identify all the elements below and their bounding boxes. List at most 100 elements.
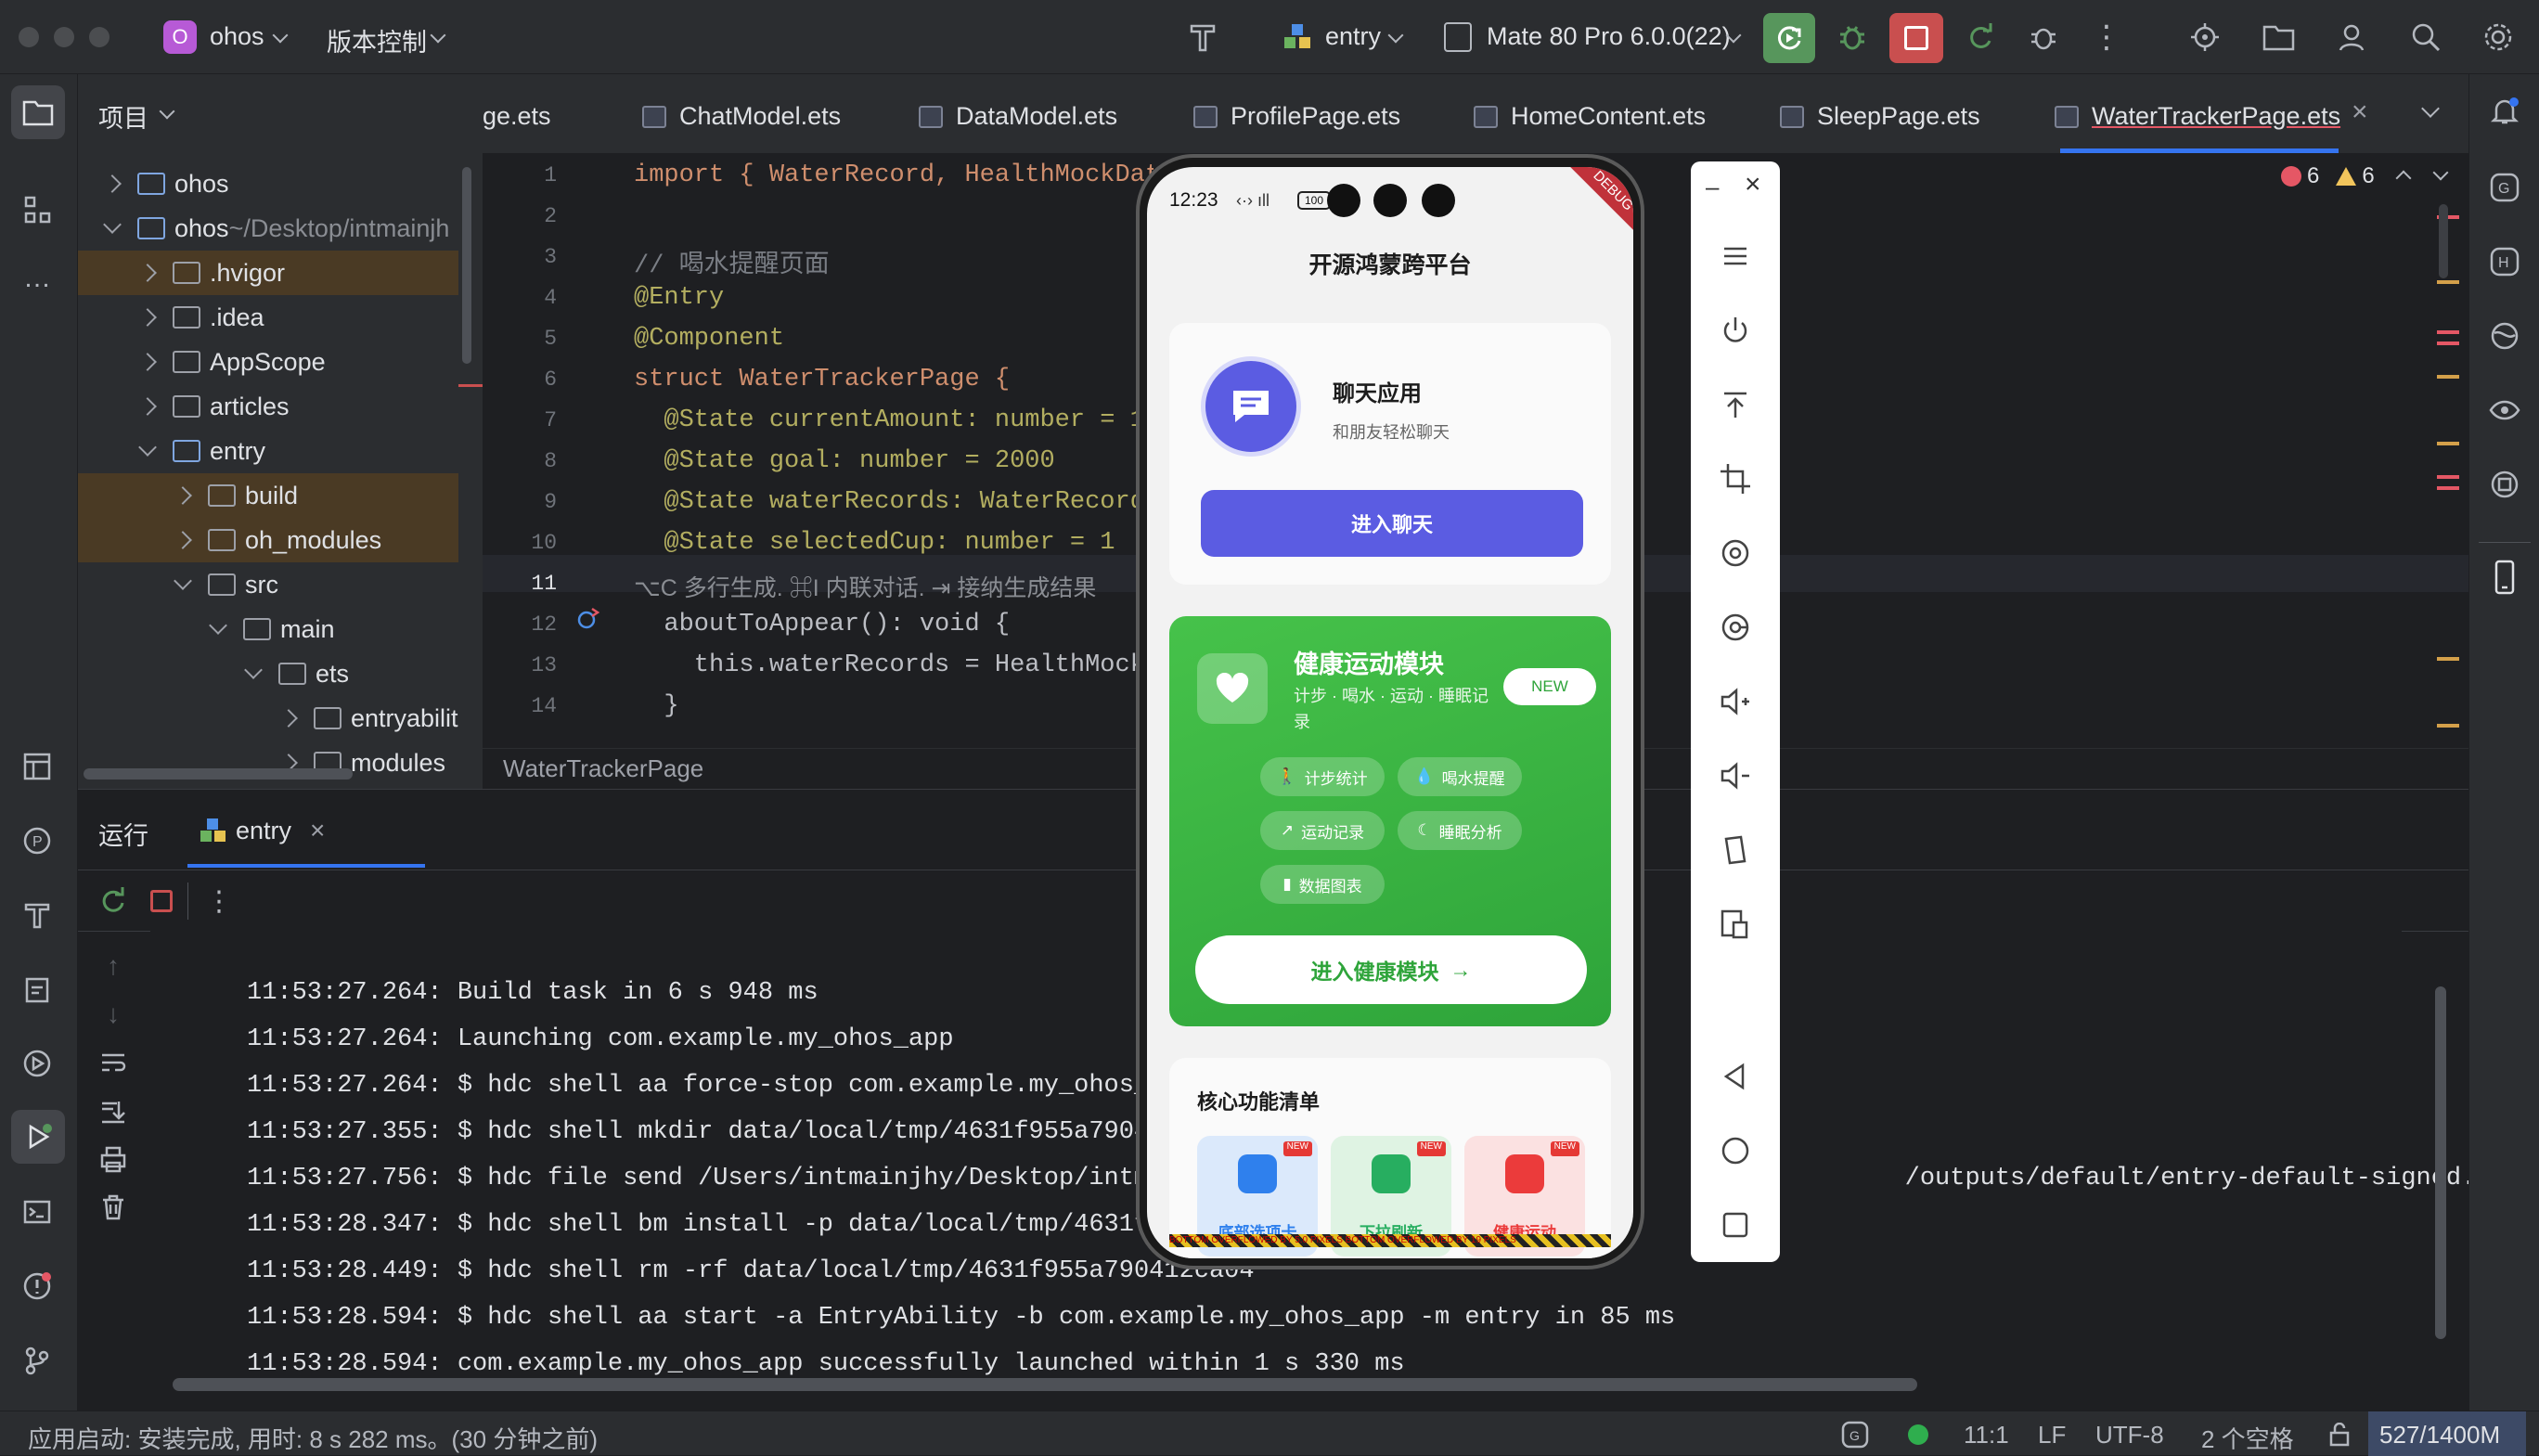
folder-search-icon[interactable]	[2261, 19, 2298, 56]
window-close-button[interactable]	[19, 27, 39, 47]
code-line[interactable]: @State selectedCup: number = 1 /	[634, 529, 1154, 557]
terminal-icon[interactable]	[19, 1193, 56, 1231]
tree-horizontal-scrollbar[interactable]	[84, 768, 353, 780]
problems-icon[interactable]	[19, 1268, 56, 1305]
code-line[interactable]: struct WaterTrackerPage {	[634, 366, 1154, 393]
vcs-dropdown[interactable]: 版本控制	[327, 22, 427, 58]
file-encoding[interactable]: UTF-8	[2095, 1421, 2164, 1450]
chevron-down-icon[interactable]	[244, 661, 263, 679]
crop-screenshot-icon[interactable]	[1717, 460, 1754, 497]
more-vertical-icon[interactable]: ⋮	[200, 883, 238, 920]
memory-indicator[interactable]: 527/1400M	[2368, 1411, 2526, 1456]
recents-square-icon[interactable]	[1717, 1206, 1754, 1243]
power-icon[interactable]	[1717, 312, 1754, 349]
volume-up-icon[interactable]	[1717, 683, 1754, 720]
status-message[interactable]: 应用启动: 安装完成, 用时: 8 s 282 ms。(30 分钟之前)	[28, 1421, 598, 1455]
minimize-icon[interactable]: –	[1706, 173, 1719, 201]
git-branch-icon[interactable]	[19, 1342, 56, 1379]
window-minimize-button[interactable]	[54, 27, 74, 47]
hammer-icon[interactable]	[1184, 19, 1221, 56]
notifications-bell-icon[interactable]	[2486, 93, 2523, 130]
chevron-down-icon[interactable]	[174, 572, 192, 590]
tree-item[interactable]: ohos	[78, 161, 458, 206]
structure-icon[interactable]	[19, 191, 56, 228]
device-dropdown[interactable]: Mate 80 Pro 6.0.0(22)	[1487, 22, 1731, 51]
editor-scrollbar[interactable]	[2439, 204, 2448, 278]
more-vertical-icon[interactable]: ⋮	[2088, 19, 2125, 56]
back-triangle-icon[interactable]	[1717, 1058, 1754, 1095]
multi-device-icon[interactable]	[1717, 906, 1754, 943]
codegenie-status-icon[interactable]: G	[1841, 1421, 1869, 1449]
warning-stripe-mark[interactable]	[2437, 724, 2459, 728]
feature-chip[interactable]: ☾ 睡眠分析	[1398, 811, 1522, 850]
console-horizontal-scrollbar[interactable]	[173, 1378, 1917, 1391]
tree-scrollbar[interactable]	[462, 167, 471, 364]
menu-icon[interactable]	[1717, 238, 1754, 275]
volume-down-icon[interactable]	[1717, 757, 1754, 794]
code-line[interactable]: }	[634, 692, 1154, 720]
error-stripe-mark[interactable]	[2437, 475, 2459, 479]
tree-item[interactable]: entry	[78, 429, 458, 473]
fold-icon[interactable]	[1717, 831, 1754, 869]
tree-item[interactable]: oh_modules	[78, 518, 458, 562]
warning-stripe-mark[interactable]	[2437, 375, 2459, 379]
code-line[interactable]: @State waterRecords: WaterRecord[	[634, 488, 1154, 516]
code-line[interactable]: @Entry	[634, 284, 1154, 312]
error-stripe-mark[interactable]	[2437, 341, 2459, 345]
previewer-eye-icon[interactable]	[2486, 392, 2523, 429]
project-name-dropdown[interactable]: ohos	[210, 22, 264, 51]
rotate-icon[interactable]	[1717, 535, 1754, 572]
editor-tab[interactable]: ge.ets	[483, 102, 551, 131]
code-line[interactable]: @State goal: number = 2000	[634, 447, 1154, 475]
tab-list-chevron-icon[interactable]	[2421, 99, 2440, 118]
print-icon[interactable]	[95, 1140, 132, 1178]
services-icon[interactable]	[19, 1045, 56, 1082]
location-icon[interactable]	[1717, 609, 1754, 646]
editor-tab[interactable]: HomeContent.ets	[1474, 102, 1706, 131]
stop-button[interactable]	[1889, 13, 1943, 63]
project-badge[interactable]: O	[163, 20, 197, 54]
chevron-down-icon[interactable]	[209, 616, 227, 635]
tree-item[interactable]: src	[78, 562, 458, 607]
code-line[interactable]: import { WaterRecord, HealthMockData	[634, 161, 1154, 189]
close-run-tab-icon[interactable]: ×	[310, 816, 325, 845]
code-line[interactable]: aboutToAppear(): void {	[634, 611, 1154, 638]
tree-item[interactable]: ets	[78, 651, 458, 696]
enter-health-button[interactable]: 进入健康模块 →	[1195, 935, 1587, 1004]
chevron-down-icon[interactable]	[138, 438, 157, 457]
chevron-right-icon[interactable]	[138, 353, 157, 371]
scroll-down-arrow-icon[interactable]: ↓	[95, 996, 132, 1033]
breadcrumb[interactable]: WaterTrackerPage	[503, 754, 703, 783]
lock-icon[interactable]	[2327, 1423, 2352, 1447]
tree-item[interactable]: articles	[78, 384, 458, 429]
debug-bug-icon[interactable]	[1834, 19, 1871, 56]
warning-stripe-mark[interactable]	[2437, 280, 2459, 284]
search-icon[interactable]	[2407, 19, 2444, 56]
device-manager-icon[interactable]	[2486, 317, 2523, 354]
code-line[interactable]: // 喝水提醒页面	[634, 243, 1154, 280]
chevron-right-icon[interactable]	[174, 486, 192, 505]
chevron-right-icon[interactable]	[174, 531, 192, 549]
profiler-icon[interactable]: P	[19, 822, 56, 859]
home-circle-icon[interactable]	[1717, 1132, 1754, 1169]
close-icon[interactable]: ×	[1745, 169, 1761, 200]
tree-item[interactable]: ohos ~/Desktop/intmainjh	[78, 206, 458, 251]
project-tool-button[interactable]	[11, 85, 65, 139]
editor-tab[interactable]: DataModel.ets	[919, 102, 1117, 131]
apply-changes-icon[interactable]	[1962, 19, 1999, 56]
cursor-position[interactable]: 11:1	[1964, 1421, 2009, 1450]
indent-setting[interactable]: 2 个空格	[2201, 1421, 2294, 1455]
code-line[interactable]: @State currentAmount: number = 12	[634, 406, 1154, 434]
target-icon[interactable]	[2186, 19, 2223, 56]
window-zoom-button[interactable]	[89, 27, 110, 47]
inspector-icon[interactable]	[2486, 466, 2523, 503]
build-hammer-icon[interactable]	[19, 896, 56, 934]
harmony-icon[interactable]: H	[2486, 243, 2523, 280]
settings-gear-icon[interactable]	[2480, 19, 2517, 56]
todo-icon[interactable]	[19, 971, 56, 1008]
trash-icon[interactable]	[95, 1189, 132, 1226]
code-line[interactable]: this.waterRecords = HealthMockD	[634, 651, 1154, 679]
run-tool-button[interactable]	[11, 1110, 65, 1164]
override-gutter-icon[interactable]	[575, 607, 603, 631]
phone-screen[interactable]: 12:23 ‹·› ıll 100 DEBUG 开源鸿蒙跨平台 聊天应用 和朋友…	[1147, 167, 1633, 1258]
